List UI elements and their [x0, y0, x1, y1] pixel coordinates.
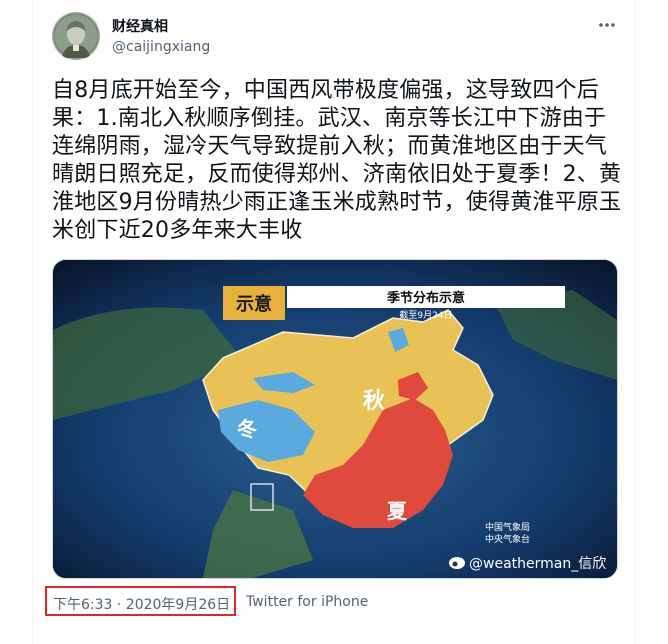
tweet-image[interactable]: 示意 季节分布示意 截至9月24日 秋 冬 夏 中国气象局 中央气象台 @wea… [52, 259, 618, 579]
label-autumn: 秋 [363, 389, 386, 414]
season-map-graphic: 示意 季节分布示意 截至9月24日 秋 冬 夏 中国气象局 中央气象台 @wea… [53, 260, 617, 578]
label-winter: 冬 [237, 417, 257, 441]
map-title: 季节分布示意 [386, 290, 465, 306]
label-summer: 夏 [387, 499, 408, 523]
map-subtitle: 截至9月24日 [399, 309, 452, 321]
agency-line1: 中国气象局 [485, 521, 530, 533]
author-handle[interactable]: @caijingxiang [112, 39, 210, 55]
avatar[interactable] [52, 12, 100, 60]
tweet-timestamp[interactable]: 下午6:33 · 2020年9月26日 [53, 594, 230, 614]
banknote-portrait-avatar [52, 12, 100, 60]
image-watermark: @weatherman_信欣 [469, 556, 606, 572]
tweet-text: 自8月底开始至今，中国西风带极度偏强，这导致四个后果：1.南北入秋顺序倒挂。武汉… [52, 78, 622, 243]
weibo-logo-icon [449, 557, 465, 569]
more-horizontal-icon [599, 23, 615, 27]
agency-line2: 中央气象台 [485, 533, 530, 545]
badge-text: 示意 [236, 293, 272, 315]
more-options-button[interactable] [596, 14, 618, 36]
author-name[interactable]: 财经真相 [112, 16, 168, 36]
tweet-source[interactable]: Twitter for iPhone [246, 594, 368, 610]
